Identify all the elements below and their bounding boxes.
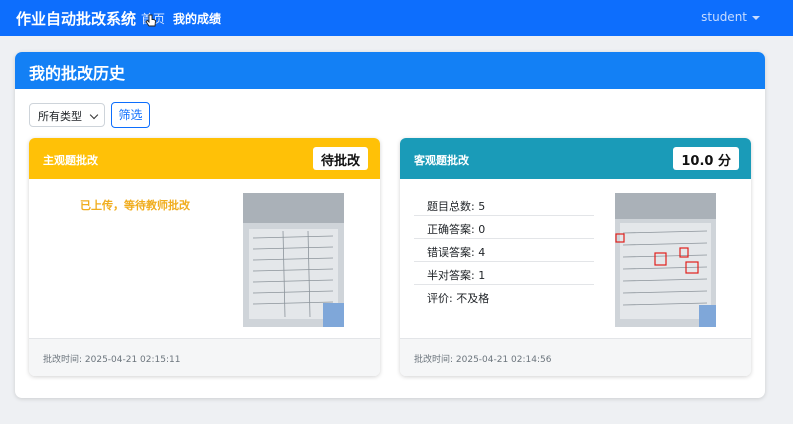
history-panel: 我的批改历史 所有类型 筛选 主观题批改 待批改 已上传，等待教师批改 批改时间… (15, 52, 765, 398)
subjective-card: 主观题批改 待批改 已上传，等待教师批改 批改时间: 2025-04-21 02… (29, 138, 380, 376)
chevron-down-icon (89, 110, 99, 120)
status-badge: 待批改 (312, 147, 368, 170)
hand-cursor-icon (145, 14, 156, 27)
card-footer-time: 批改时间: 2025-04-21 02:15:11 (29, 338, 380, 376)
top-navbar: 作业自动批改系统 首页 我的成绩 student (0, 0, 793, 36)
graded-homework-thumbnail[interactable] (615, 193, 716, 327)
objective-card-header: 客观题批改 10.0 分 (400, 138, 751, 179)
objective-card-title: 客观题批改 (414, 154, 469, 167)
user-name: student (701, 10, 747, 24)
filter-button[interactable]: 筛选 (111, 102, 150, 128)
type-filter-select[interactable]: 所有类型 (29, 103, 105, 127)
pending-message: 已上传，等待教师批改 (80, 199, 190, 212)
homework-thumbnail[interactable] (243, 193, 344, 327)
user-menu[interactable]: student (701, 10, 760, 24)
panel-title: 我的批改历史 (15, 52, 765, 89)
card-footer-time: 批改时间: 2025-04-21 02:14:56 (400, 338, 751, 376)
stat-wrong: 错误答案: 4 (414, 239, 594, 262)
stats-list: 题目总数: 5 正确答案: 0 错误答案: 4 半对答案: 1 评价: 不及格 (414, 193, 594, 308)
stat-total: 题目总数: 5 (414, 193, 594, 216)
type-filter-value: 所有类型 (38, 110, 82, 123)
subjective-card-header: 主观题批改 待批改 (29, 138, 380, 179)
objective-card: 客观题批改 10.0 分 题目总数: 5 正确答案: 0 错误答案: 4 半对答… (400, 138, 751, 376)
stat-partial: 半对答案: 1 (414, 262, 594, 285)
nav-grades-link[interactable]: 我的成绩 (173, 10, 221, 27)
stat-evaluation: 评价: 不及格 (427, 292, 490, 305)
app-brand[interactable]: 作业自动批改系统 (16, 8, 136, 29)
caret-down-icon (752, 15, 760, 20)
stat-correct: 正确答案: 0 (414, 216, 594, 239)
score-badge: 10.0 分 (673, 147, 739, 170)
subjective-card-title: 主观题批改 (43, 154, 98, 167)
